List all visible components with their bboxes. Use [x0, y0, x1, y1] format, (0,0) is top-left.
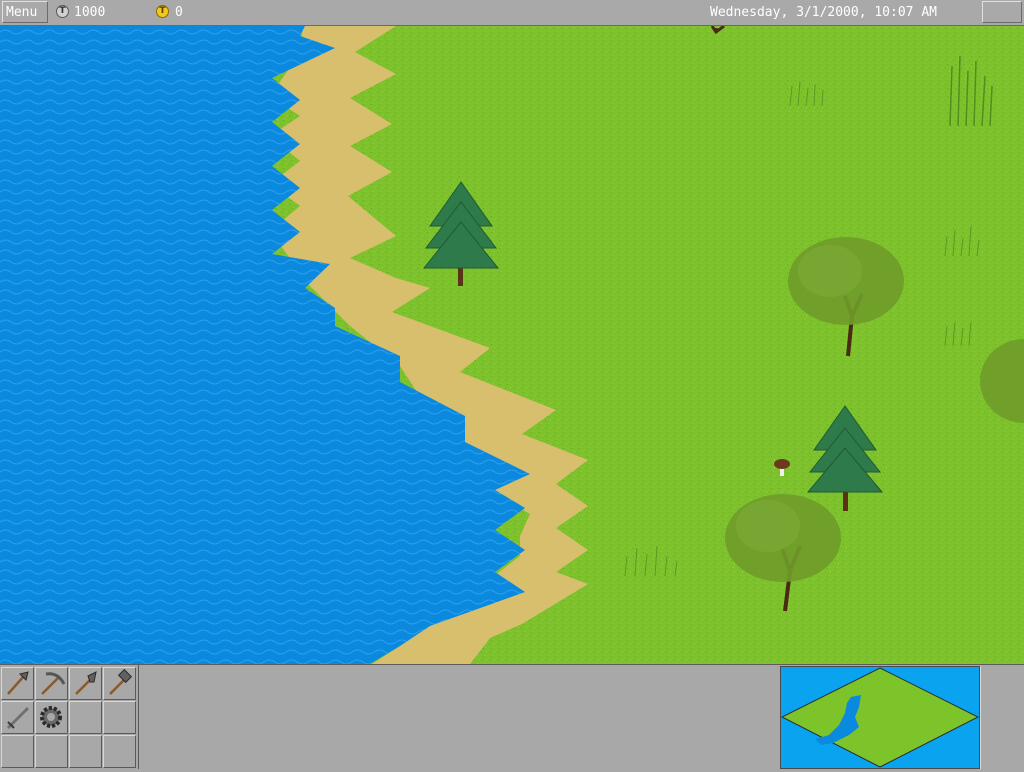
- bottom-right-slot: [980, 666, 1024, 769]
- gold-coin-icon: T: [156, 5, 169, 18]
- menu-button[interactable]: Menu: [2, 1, 48, 23]
- date-display: Wednesday, 3/1/2000, 10:07 AM: [705, 1, 978, 23]
- empty-tool-slot[interactable]: [103, 701, 136, 734]
- hammer-icon: [109, 668, 133, 695]
- game-world-view[interactable]: [0, 26, 1024, 664]
- empty-tool-slot[interactable]: [69, 701, 102, 734]
- money-display: T 1000: [51, 1, 151, 23]
- minimap[interactable]: [780, 666, 980, 769]
- silver-coin-icon: T: [56, 5, 69, 18]
- top-bar: Menu T 1000 T 0 Wednesday, 3/1/2000, 10:…: [0, 0, 1024, 26]
- axe-tool-button[interactable]: [1, 667, 34, 700]
- hammer-tool-button[interactable]: [103, 667, 136, 700]
- menu-label: Menu: [6, 5, 38, 20]
- shovel-tool-button[interactable]: [69, 667, 102, 700]
- empty-tool-slot[interactable]: [35, 735, 68, 768]
- gold-value: 0: [175, 5, 183, 20]
- money-value: 1000: [74, 5, 106, 20]
- minimap-land: [780, 667, 980, 768]
- shovel-icon: [75, 671, 97, 695]
- info-panel: [138, 665, 780, 769]
- topbar-right-slot[interactable]: [982, 1, 1022, 23]
- pickaxe-icon: [41, 672, 66, 695]
- bottom-panel: [0, 664, 1024, 769]
- axe-icon: [7, 671, 29, 695]
- sword-icon: [6, 706, 30, 730]
- gold-display: T 0: [152, 1, 712, 23]
- tool-grid: [0, 666, 138, 769]
- empty-tool-slot[interactable]: [69, 735, 102, 768]
- empty-tool-slot[interactable]: [103, 735, 136, 768]
- empty-tool-slot[interactable]: [1, 735, 34, 768]
- pickaxe-tool-button[interactable]: [35, 667, 68, 700]
- datetime-text: Wednesday, 3/1/2000, 10:07 AM: [710, 5, 937, 20]
- gear-tool-button[interactable]: [35, 701, 68, 734]
- gear-icon: [40, 706, 62, 728]
- sword-tool-button[interactable]: [1, 701, 34, 734]
